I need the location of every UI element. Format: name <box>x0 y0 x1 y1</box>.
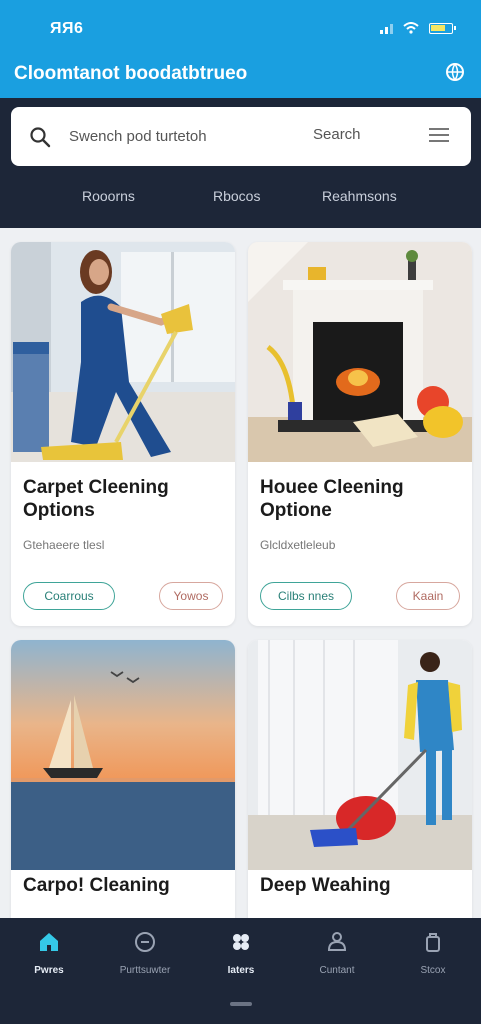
bottom-nav: Pwres Purttsuwter Iaters Cuntant Stcox <box>0 918 481 1024</box>
search-bar: Search <box>11 107 471 166</box>
card-title: Deep Weahing <box>260 875 391 896</box>
globe-icon[interactable] <box>445 62 465 82</box>
nav-label: Stcox <box>420 965 446 976</box>
tab-rbocos[interactable]: Rbocos <box>213 188 260 204</box>
nav-label: Purttsuwter <box>119 965 171 976</box>
home-icon <box>40 933 58 951</box>
search-button[interactable]: Search <box>313 126 361 143</box>
nav-label: Cuntant <box>319 965 355 976</box>
nav-item-grid[interactable]: Iaters <box>193 930 289 978</box>
card-image-carpet <box>11 242 235 462</box>
app-bar: Cloomtanot boodatbtrueo <box>0 58 481 98</box>
card-primary-button[interactable]: Cilbs nnes <box>260 582 352 610</box>
service-card[interactable]: Deep Weahing <box>248 640 472 930</box>
nav-label: Iaters <box>227 965 255 976</box>
search-input[interactable] <box>69 124 289 148</box>
card-image-mopping <box>248 640 472 870</box>
card-image-fireplace <box>248 242 472 462</box>
card-secondary-button[interactable]: Yowos <box>159 582 223 610</box>
card-image-sailboat <box>11 640 235 870</box>
home-indicator <box>230 1002 252 1006</box>
clock-icon <box>135 932 155 952</box>
category-tabs: Rooorns Rbocos Reahmsons <box>0 188 481 210</box>
nav-item-home[interactable]: Pwres <box>1 930 97 978</box>
grid-icon <box>233 934 249 950</box>
status-time: ЯЯ6 <box>50 20 84 37</box>
card-title: Carpet Cleening Options <box>23 477 169 521</box>
signal-icon <box>380 22 393 34</box>
nav-item-clock[interactable]: Purttsuwter <box>97 930 193 978</box>
status-bar: ЯЯ6 <box>0 0 481 58</box>
header-panel: Search Rooorns Rbocos Reahmsons <box>0 98 481 228</box>
nav-item-contact[interactable]: Cuntant <box>289 930 385 978</box>
menu-icon[interactable] <box>429 128 449 146</box>
nav-label: Pwres <box>34 965 64 976</box>
bag-icon <box>426 933 440 952</box>
wifi-icon <box>403 22 419 34</box>
status-icons <box>380 22 456 34</box>
nav-item-bag[interactable]: Stcox <box>385 930 481 978</box>
card-title: Houee Cleening Optione <box>260 477 404 521</box>
service-card[interactable]: Carpet Cleening Options Gtehaeere tlesl … <box>11 242 235 626</box>
app-title: Cloomtanot boodatbtrueo <box>14 63 248 84</box>
battery-icon <box>429 23 456 34</box>
tab-rooms[interactable]: Rooorns <box>82 188 135 204</box>
tab-reahmsons[interactable]: Reahmsons <box>322 188 397 204</box>
card-secondary-button[interactable]: Kaain <box>396 582 460 610</box>
card-title: Carpo! Cleaning <box>23 875 170 896</box>
card-primary-button[interactable]: Coarrous <box>23 582 115 610</box>
service-card[interactable]: Houee Cleening Optione Glcldxetleleub Ci… <box>248 242 472 626</box>
service-card[interactable]: Carpo! Cleaning <box>11 640 235 930</box>
card-meta: Gtehaeere tlesl <box>23 538 105 552</box>
contact-icon <box>327 932 347 951</box>
card-meta: Glcldxetleleub <box>260 538 336 552</box>
search-icon <box>30 127 51 148</box>
